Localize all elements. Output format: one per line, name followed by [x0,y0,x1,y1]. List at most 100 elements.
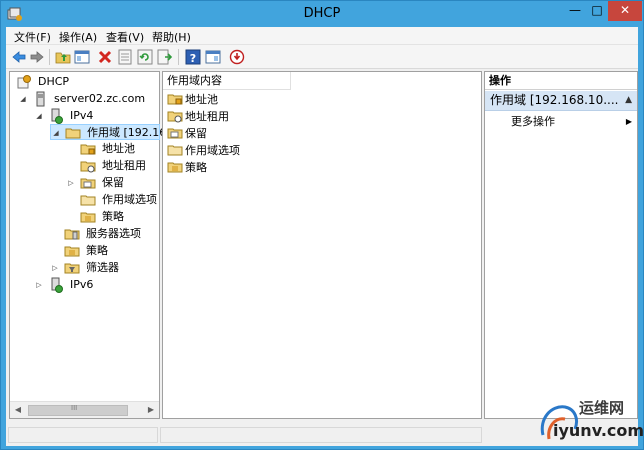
tree-label: server02.zc.com [54,92,146,105]
list-item-label: 地址租用 [185,110,229,123]
tree-node-ipv6[interactable]: ▷ IPv6 [34,277,93,293]
status-segment [8,427,158,443]
show-hide-console-tree-icon[interactable] [73,48,91,66]
actions-pane: 操作 作用域 [192.168.10.... ▲ 更多操作 ▶ [484,71,638,419]
tree-node-server-options[interactable]: 服务器选项 [50,226,141,242]
tree-node-scope[interactable]: ◢ 作用域 [192.168.1 [50,124,184,141]
tree-node-address-pool[interactable]: 地址池 [66,141,135,157]
menu-view[interactable]: 查看(V) [106,29,144,45]
window-title: DHCP [303,6,341,21]
tree-node-server[interactable]: ◢ server02.zc.com [18,91,145,107]
column-header-scope-contents[interactable]: 作用域内容 [163,72,291,90]
list-item-label: 策略 [185,161,207,174]
actions-scope-section[interactable]: 作用域 [192.168.10.... ▲ [485,91,637,111]
list-item-policy[interactable]: 策略 [167,159,207,176]
up-folder-icon[interactable] [54,48,72,66]
tree-node-dhcp[interactable]: DHCP [12,74,69,90]
list-item-scope-options[interactable]: 作用域选项 [167,142,240,159]
tree-node-ipv4[interactable]: ◢ IPv4 [34,108,93,124]
delete-icon[interactable] [96,48,114,66]
tree-label: 策略 [102,210,124,223]
actions-section-title: 作用域 [192.168.10.... [490,93,619,107]
tree-node-address-lease[interactable]: 地址租用 [66,158,146,174]
reservation-icon [167,128,183,139]
list-item-label: 地址池 [185,93,218,106]
filter-icon [64,263,79,274]
toolbar-separator [178,49,179,65]
title-bar[interactable]: DHCP — □ ✕ [1,1,643,27]
back-icon[interactable] [10,48,28,66]
menu-action[interactable]: 操作(A) [59,29,97,45]
properties-icon[interactable] [116,48,134,66]
svg-text:?: ? [190,52,196,65]
deactivate-icon[interactable] [228,48,246,66]
watermark-text-url: iyunv.com [553,421,644,440]
dhcp-root-icon [17,75,31,89]
scope-options-icon [167,145,183,156]
tree-expander[interactable]: ▷ [34,277,44,293]
collapse-caret-icon[interactable]: ▲ [625,91,632,110]
list-item-label: 保留 [185,127,207,140]
status-segment [160,427,482,443]
policy-icon [64,246,79,257]
submenu-arrow-icon[interactable]: ▶ [626,114,632,130]
refresh-icon[interactable] [136,48,154,66]
tree-label: 地址池 [102,142,135,155]
menu-file[interactable]: 文件(F) [14,29,51,45]
tree-expander[interactable]: ◢ [34,108,44,124]
scroll-thumb[interactable]: III [28,404,128,416]
tree-horizontal-scrollbar[interactable]: ◀ III ▶ [10,401,159,418]
list-item-address-lease[interactable]: 地址租用 [167,108,229,125]
site-watermark: 运维网 iyunv.com [529,395,644,447]
server-options-icon [64,229,79,240]
tree-label: IPv4 [70,109,94,122]
server-icon [36,91,44,107]
more-actions-item[interactable]: 更多操作 [511,114,555,130]
help-icon[interactable]: ? [184,48,202,66]
toolbar-separator [49,49,50,65]
tree-expander[interactable]: ▷ [50,260,60,276]
menu-help[interactable]: 帮助(H) [152,29,191,45]
list-item-address-pool[interactable]: 地址池 [167,91,218,108]
tree-label: DHCP [38,75,70,88]
watermark-text-cn: 运维网 [579,399,625,417]
export-list-icon[interactable] [156,48,174,66]
address-lease-icon [167,111,183,123]
tree-expander[interactable]: ▷ [66,175,76,191]
ipv4-icon [51,108,63,124]
address-pool-icon [167,94,183,105]
show-hide-action-pane-icon[interactable] [204,48,222,66]
ipv6-icon [51,277,63,293]
maximize-button[interactable]: □ [586,1,608,21]
results-pane[interactable]: 作用域内容 地址池 地址租用 保留 作用域选项 策略 [162,71,482,419]
tree-label: 作用域选项 [102,193,157,206]
reservation-icon [80,178,95,189]
dhcp-window: DHCP — □ ✕ 文件(F) 操作(A) 查看(V) 帮助(H) ? DHC… [0,0,644,450]
policy-icon [167,162,183,173]
tree-label: 策略 [86,244,108,257]
tree-node-scope-policy[interactable]: 策略 [66,209,124,225]
address-pool-icon [80,144,95,155]
list-item-reservation[interactable]: 保留 [167,125,207,142]
policy-icon [80,212,95,223]
menu-bar: 文件(F) 操作(A) 查看(V) 帮助(H) [6,27,638,45]
scope-options-icon [80,195,95,206]
minimize-button[interactable]: — [564,1,586,21]
tree-node-filters[interactable]: ▷ 筛选器 [50,260,119,276]
console-tree-pane[interactable]: DHCP ◢ server02.zc.com ◢ IPv4 ◢ 作用域 [192… [9,71,184,419]
toolbar: ? [6,45,638,69]
scroll-left-arrow[interactable]: ◀ [10,405,26,414]
tree-node-server-policy[interactable]: 策略 [50,243,108,259]
tree-node-scope-options[interactable]: 作用域选项 [66,192,157,208]
tree-expander[interactable]: ◢ [51,125,61,141]
client-area: 文件(F) 操作(A) 查看(V) 帮助(H) ? DHCP ◢ server0… [6,27,638,446]
tree-node-reservation[interactable]: ▷ 保留 [66,175,124,191]
tree-label: 地址租用 [102,159,146,172]
address-lease-icon [80,161,95,173]
tree-expander[interactable]: ◢ [18,91,28,107]
tree-label: 筛选器 [86,261,119,274]
scroll-right-arrow[interactable]: ▶ [143,405,159,414]
list-item-label: 作用域选项 [185,144,240,157]
close-button[interactable]: ✕ [608,1,642,21]
forward-icon[interactable] [28,48,46,66]
